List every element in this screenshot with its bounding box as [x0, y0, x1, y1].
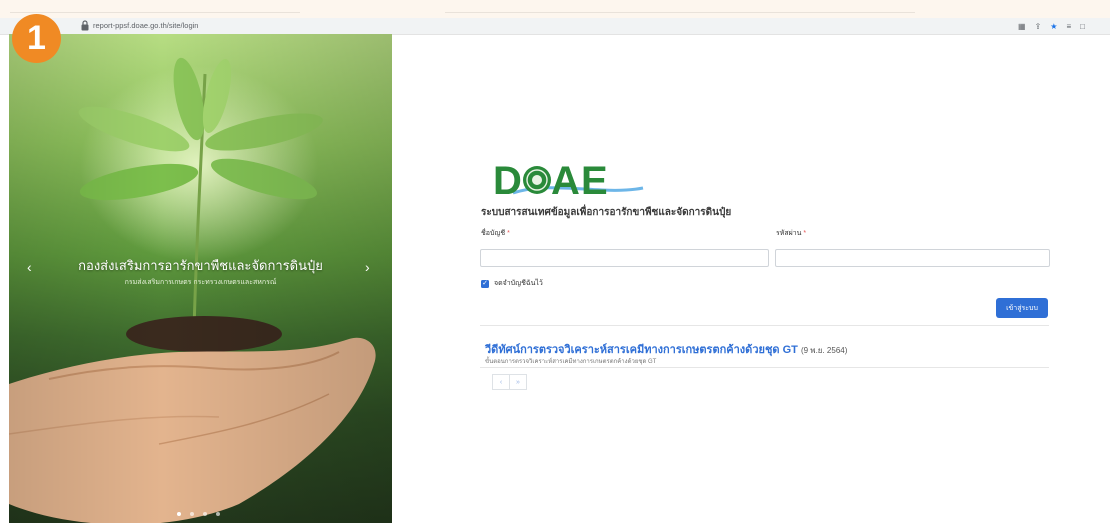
remember-label: จดจำบัญชีฉันไว้: [494, 280, 543, 287]
carousel-prev-icon[interactable]: ‹: [27, 260, 32, 274]
window-icon[interactable]: □: [1080, 22, 1085, 31]
password-input[interactable]: [775, 249, 1050, 267]
password-label: รหัสผ่าน *: [776, 228, 806, 239]
divider: [445, 12, 915, 13]
pagination: ‹ »: [492, 374, 527, 390]
svg-text:E: E: [581, 160, 608, 198]
required-mark: *: [507, 230, 510, 237]
username-label-text: ชื่อบัญชี: [481, 230, 506, 237]
required-mark: *: [803, 230, 807, 237]
carousel-subtitle: กรมส่งเสริมการเกษตร กระทรวงเกษตรและสหกรณ…: [124, 279, 277, 286]
news-date: (9 พ.ย. 2564): [800, 346, 848, 355]
username-input[interactable]: [480, 249, 769, 267]
carousel-dot[interactable]: [203, 512, 207, 516]
translate-icon[interactable]: ▦: [1018, 22, 1026, 31]
remember-me[interactable]: ✓ จดจำบัญชีฉันไว้: [481, 278, 543, 289]
carousel-dot[interactable]: [177, 512, 181, 516]
browser-toolbar-icons: ▦ ⇪ ★ ≡ □: [1018, 19, 1085, 33]
svg-text:D: D: [493, 160, 522, 198]
hero-carousel[interactable]: กองส่งเสริมการอารักขาพืชและจัดการดินปุ๋ย…: [9, 34, 392, 523]
pager-next-button[interactable]: »: [510, 374, 527, 390]
divider: [480, 367, 1049, 368]
carousel-title: กองส่งเสริมการอารักขาพืชและจัดการดินปุ๋ย: [78, 258, 323, 273]
url-text[interactable]: report-ppsf.doae.go.th/site/login: [93, 19, 198, 33]
carousel-dot[interactable]: [190, 512, 194, 516]
divider: [480, 325, 1049, 326]
carousel-indicators: [177, 512, 220, 516]
pager-prev-button[interactable]: ‹: [492, 374, 510, 390]
doae-logo: D A E: [493, 160, 644, 198]
login-button[interactable]: เข้าสู่ระบบ: [996, 298, 1048, 318]
system-title: ระบบสารสนเทศข้อมูลเพื่อการอารักขาพืชและจ…: [481, 207, 732, 218]
news-description: ขั้นตอนการตรวจวิเคราะห์สารเคมีทางการเกษต…: [485, 359, 657, 365]
reading-list-icon[interactable]: ≡: [1066, 22, 1071, 31]
svg-text:A: A: [551, 160, 580, 198]
lock-icon: [81, 20, 89, 31]
divider: [10, 12, 300, 13]
step-badge: 1: [12, 14, 61, 63]
remember-checkbox[interactable]: ✓: [481, 279, 489, 288]
top-background: [0, 0, 1110, 18]
username-label: ชื่อบัญชี *: [481, 228, 510, 239]
carousel-dot[interactable]: [216, 512, 220, 516]
password-label-text: รหัสผ่าน: [776, 230, 802, 237]
carousel-next-icon[interactable]: ›: [365, 260, 370, 274]
share-icon[interactable]: ⇪: [1035, 22, 1042, 31]
news-title-text[interactable]: วีดีทัศน์การตรวจวิเคราะห์สารเคมีทางการเก…: [485, 344, 798, 356]
bookmark-star-icon[interactable]: ★: [1050, 22, 1057, 31]
